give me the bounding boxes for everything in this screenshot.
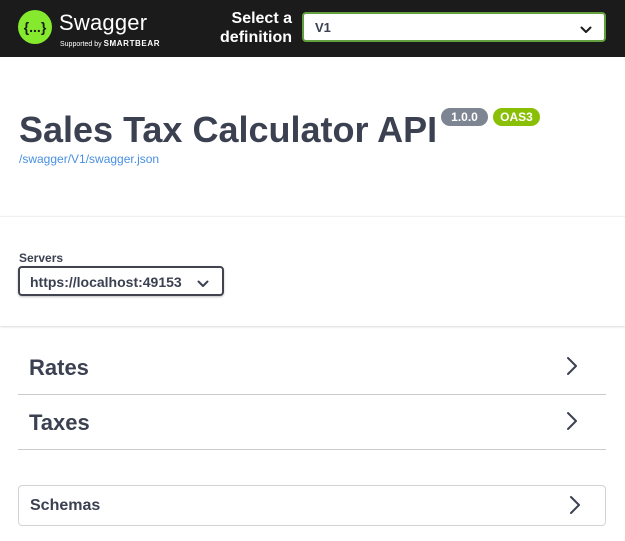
- logo-subtitle-brand: SMARTBEAR: [103, 39, 161, 48]
- definition-select-value: V1: [315, 20, 331, 35]
- select-label-line1: Select a: [231, 10, 292, 27]
- schemas-section[interactable]: Schemas: [18, 485, 606, 526]
- select-definition-label: Select a definition: [200, 9, 292, 47]
- swagger-logo-icon: {...}: [18, 10, 52, 44]
- info-section: Sales Tax Calculator API 1.0.0 OAS3 /swa…: [0, 57, 625, 217]
- server-select-value: https://localhost:49153: [30, 274, 182, 290]
- servers-section: Servers https://localhost:49153: [0, 216, 625, 326]
- chevron-right-icon[interactable]: [566, 411, 578, 436]
- chevron-right-icon[interactable]: [566, 356, 578, 381]
- select-label-line2: definition: [220, 29, 292, 46]
- logo-name: Swagger: [59, 10, 148, 35]
- page-title: Sales Tax Calculator API: [19, 109, 438, 150]
- logo-subtitle: Supported by SMARTBEAR: [60, 39, 160, 48]
- topbar: {...} Swagger Supported by SMARTBEAR Sel…: [0, 0, 625, 57]
- tag-rates-label: Rates: [29, 355, 89, 380]
- servers-label: Servers: [19, 251, 64, 265]
- version-badge: 1.0.0: [441, 108, 488, 126]
- swagger-logo[interactable]: {...} Swagger Supported by SMARTBEAR: [18, 9, 168, 48]
- spec-json-link[interactable]: /swagger/V1/swagger.json: [19, 152, 159, 166]
- oas-badge: OAS3: [493, 108, 540, 126]
- chevron-down-icon: [580, 22, 592, 40]
- tag-taxes[interactable]: Taxes: [18, 395, 606, 450]
- definition-select[interactable]: V1: [302, 12, 606, 42]
- tag-rates[interactable]: Rates: [18, 340, 606, 395]
- schemas-label: Schemas: [30, 497, 101, 514]
- logo-glyph: {...}: [24, 19, 47, 35]
- logo-subtitle-prefix: Supported by: [60, 41, 102, 48]
- tag-taxes-label: Taxes: [29, 410, 90, 435]
- chevron-right-icon[interactable]: [569, 495, 581, 520]
- server-select[interactable]: https://localhost:49153: [18, 266, 224, 296]
- chevron-down-icon: [197, 276, 209, 294]
